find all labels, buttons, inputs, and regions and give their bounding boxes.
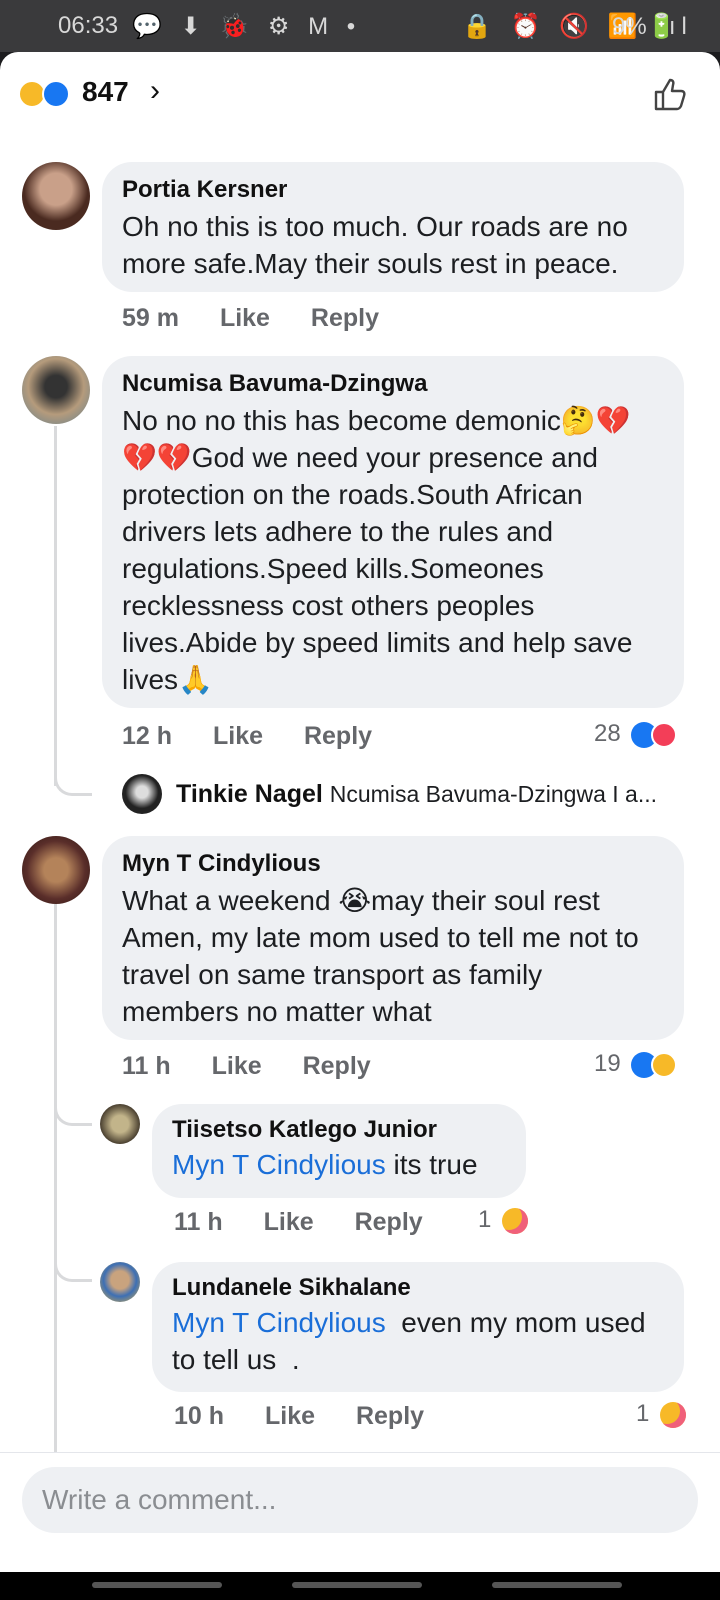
reply-text: Myn T Cindylious even my mom used to tel…	[172, 1307, 654, 1375]
chevron-right-icon[interactable]: ›	[150, 74, 160, 108]
mention-link[interactable]: Myn T Cindylious	[172, 1149, 386, 1180]
nav-pill-left[interactable]	[92, 1582, 222, 1588]
comment-time: 12 h	[122, 722, 173, 750]
comment-author[interactable]: Myn T Cindylious	[122, 850, 664, 878]
reply-author[interactable]: Lundanele Sikhalane	[172, 1274, 664, 1302]
reply-actions: 11 h Like Reply	[174, 1208, 457, 1237]
comment-text: Oh no this is too much. Our roads are no…	[122, 211, 628, 279]
thread-curve	[54, 1242, 92, 1282]
reactions-header[interactable]: 847 ›	[0, 52, 720, 136]
reaction-count: 19	[594, 1050, 621, 1077]
comment-actions: 11 h Like Reply	[122, 1052, 405, 1081]
care-reaction-icon	[660, 1401, 687, 1428]
reaction-count: 1	[636, 1400, 650, 1427]
reply-bubble[interactable]: Tiisetso Katlego Junior Myn T Cindylious…	[152, 1104, 526, 1198]
comment-bubble[interactable]: Myn T Cindylious What a weekend 😭may the…	[102, 836, 684, 1040]
avatar[interactable]	[122, 774, 162, 814]
thread-line	[54, 904, 57, 1504]
thread-curve	[54, 1084, 92, 1126]
reply-preview[interactable]: Tinkie Nagel Ncumisa Bavuma-Dzingwa I a.…	[176, 780, 657, 809]
comment-bubble[interactable]: Portia Kersner Oh no this is too much. O…	[102, 162, 684, 292]
comment-bubble[interactable]: Ncumisa Bavuma-Dzingwa No no no this has…	[102, 356, 684, 708]
reply-time: 10 h	[174, 1402, 225, 1430]
like-button[interactable]: Like	[265, 1402, 315, 1430]
like-reaction-icon	[42, 80, 70, 108]
like-button[interactable]: Like	[220, 304, 270, 332]
reply-button[interactable]: Reply	[311, 304, 379, 332]
love-reaction-icon	[651, 721, 678, 748]
reply-bubble[interactable]: Lundanele Sikhalane Myn T Cindylious eve…	[152, 1262, 684, 1392]
like-thumb-icon[interactable]	[650, 74, 690, 114]
reaction-count[interactable]: 847	[82, 76, 129, 108]
reply-text: Myn T Cindylious its true	[172, 1149, 478, 1180]
reply-button[interactable]: Reply	[303, 1052, 371, 1080]
reply-author[interactable]: Tiisetso Katlego Junior	[172, 1116, 506, 1144]
avatar[interactable]	[22, 162, 90, 230]
nav-pill-right[interactable]	[492, 1582, 622, 1588]
like-button[interactable]: Like	[264, 1208, 314, 1236]
like-button[interactable]: Like	[213, 722, 263, 750]
reply-reactions[interactable]: 1	[478, 1206, 529, 1234]
sad-reaction-icon	[651, 1051, 678, 1078]
comment-actions: 59 m Like Reply	[122, 304, 413, 333]
notification-icons: 💬 ⬇ 🐞 ⚙ M •	[132, 13, 362, 40]
comment-author[interactable]: Ncumisa Bavuma-Dzingwa	[122, 370, 664, 398]
status-time: 06:33	[58, 12, 119, 39]
reply-actions: 10 h Like Reply	[174, 1402, 458, 1431]
comment-composer: Write a comment...	[0, 1452, 720, 1572]
comment-text: What a weekend 😭may their soul rest Amen…	[122, 885, 639, 1027]
avatar[interactable]	[100, 1262, 140, 1302]
avatar[interactable]	[100, 1104, 140, 1144]
comment-time: 11 h	[122, 1052, 171, 1080]
thread-line	[54, 426, 57, 786]
reply-button[interactable]: Reply	[355, 1208, 423, 1236]
reply-button[interactable]: Reply	[356, 1402, 424, 1430]
care-reaction-icon	[502, 1207, 529, 1234]
avatar[interactable]	[22, 836, 90, 904]
reply-author[interactable]: Tinkie Nagel	[176, 780, 323, 808]
reaction-icons	[18, 80, 78, 110]
thread-curve	[54, 752, 92, 796]
comment-reactions[interactable]: 19	[594, 1050, 678, 1078]
battery-indicator: 9%🔋	[612, 13, 677, 40]
comment-time: 59 m	[122, 304, 179, 332]
mention-link[interactable]: Myn T Cindylious	[172, 1307, 386, 1338]
comment-actions: 12 h Like Reply	[122, 722, 406, 751]
comment-text: No no no this has become demonic🤔💔💔💔God …	[122, 405, 633, 695]
reaction-count: 28	[594, 720, 621, 747]
comments-sheet: 847 › Portia Kersner Oh no this is too m…	[0, 52, 720, 1572]
reply-reactions[interactable]: 1	[636, 1400, 687, 1428]
status-bar: 06:33 💬 ⬇ 🐞 ⚙ M • 🔒 ⏰ 🔇 📶 .ıl 9%🔋	[0, 0, 720, 52]
reaction-count: 1	[478, 1206, 492, 1233]
comment-input[interactable]: Write a comment...	[22, 1467, 698, 1533]
comment-reactions[interactable]: 28	[594, 720, 678, 748]
reply-snippet: Ncumisa Bavuma-Dzingwa I a...	[329, 781, 658, 807]
avatar[interactable]	[22, 356, 90, 424]
reply-time: 11 h	[174, 1208, 223, 1236]
like-button[interactable]: Like	[212, 1052, 262, 1080]
reply-button[interactable]: Reply	[304, 722, 372, 750]
nav-pill-center[interactable]	[292, 1582, 422, 1588]
navigation-bar	[0, 1572, 720, 1600]
comment-author[interactable]: Portia Kersner	[122, 176, 664, 204]
